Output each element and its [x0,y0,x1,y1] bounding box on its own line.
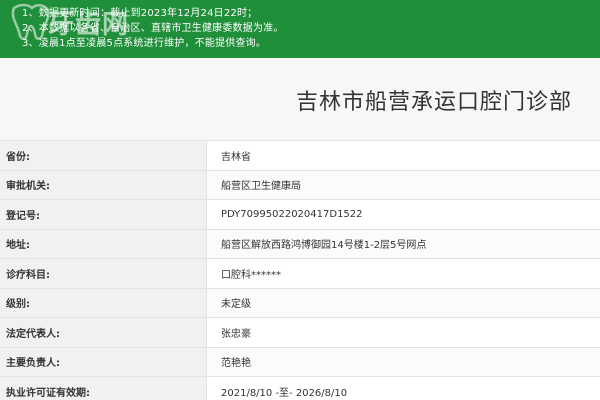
row-value: 吉林省 [206,140,600,170]
row-label: 审批机关: [0,169,207,200]
row-value: 未定级 [206,287,600,318]
table-row: 审批机关: 船营区卫生健康局 [0,169,600,200]
row-label: 法定代表人: [0,317,207,347]
row-value: 范艳艳 [206,346,600,377]
row-value: 船营区卫生健康局 [206,169,600,200]
row-label: 地址: [0,228,207,259]
notice-banner: 牙齿网 1、数据更新时间：截止到2023年12月24日22时； 2、本数据以各省… [0,0,600,58]
row-label: 诊疗科目: [0,258,207,288]
info-table: 省份: 吉林省 审批机关: 船营区卫生健康局 登记号: PDY709950220… [0,140,600,400]
table-row: 登记号: PDY70995022020417D1522 [0,199,600,229]
row-value: 2021/8/10 -至- 2026/8/10 [206,376,600,400]
row-label: 执业许可证有效期: [0,376,207,400]
row-label: 省份: [0,140,207,170]
row-value: 张忠豪 [206,317,600,347]
logo-text: 牙齿网 [48,10,130,40]
row-label: 主要负责人: [0,346,207,377]
table-row: 执业许可证有效期: 2021/8/10 -至- 2026/8/10 [0,376,600,400]
table-row: 省份: 吉林省 [0,140,600,170]
row-value: PDY70995022020417D1522 [206,199,600,229]
table-row: 诊疗科目: 口腔科****** [0,258,600,288]
table-row: 地址: 船营区解放西路鸿博御园14号楼1-2层5号网点 [0,228,600,259]
row-value: 口腔科****** [206,258,600,288]
row-label: 登记号: [0,199,207,229]
table-row: 法定代表人: 张忠豪 [0,317,600,347]
row-label: 级别: [0,287,207,318]
table-row: 级别: 未定级 [0,287,600,318]
page: 牙齿网 1、数据更新时间：截止到2023年12月24日22时； 2、本数据以各省… [0,0,600,400]
table-row: 主要负责人: 范艳艳 [0,346,600,377]
row-value: 船营区解放西路鸿博御园14号楼1-2层5号网点 [206,228,600,259]
title-area: 吉林市船营承运口腔门诊部 [0,58,600,138]
page-title: 吉林市船营承运口腔门诊部 [295,90,572,115]
